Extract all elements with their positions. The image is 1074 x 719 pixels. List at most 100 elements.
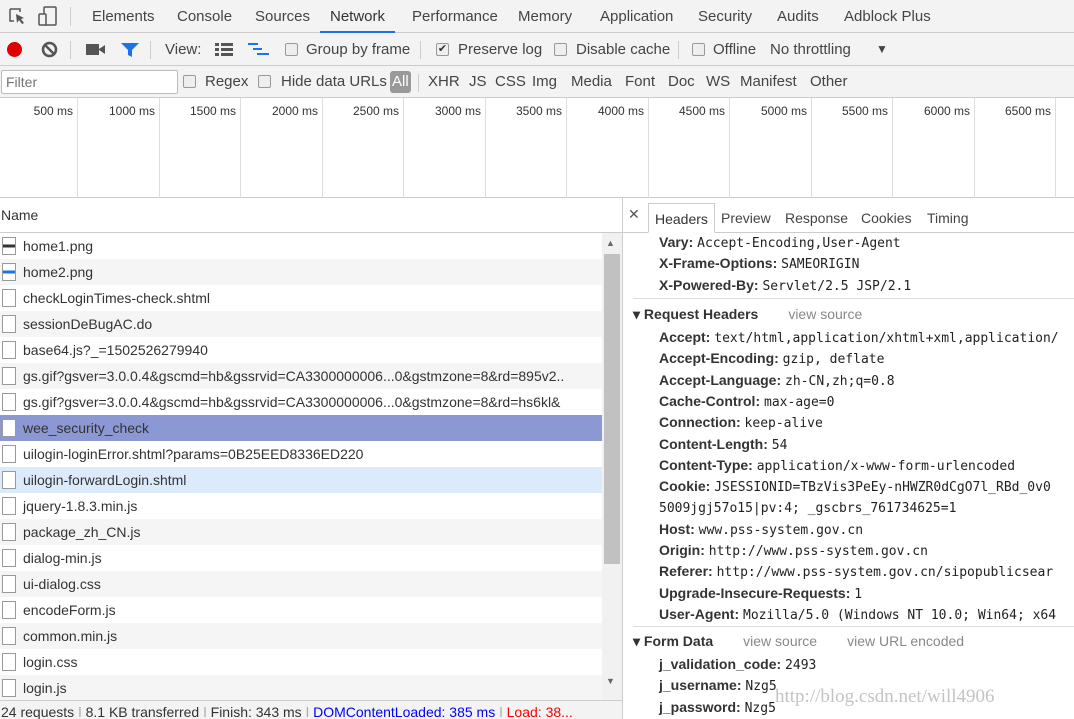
regex-checkbox[interactable] (183, 75, 196, 88)
request-row[interactable]: encodeForm.js (0, 597, 602, 623)
filter-type-js[interactable]: JS (469, 66, 487, 98)
divider (70, 41, 71, 59)
filter-type-doc[interactable]: Doc (668, 66, 695, 98)
large-rows-icon[interactable] (215, 43, 233, 56)
tab-audits[interactable]: Audits (767, 0, 829, 33)
request-row[interactable]: checkLoginTimes-check.shtml (0, 285, 602, 311)
hide-data-urls-checkbox[interactable] (258, 75, 271, 88)
header-name: X-Powered-By: (659, 276, 759, 293)
request-headers-section[interactable]: ▾ Request Headers view source (633, 304, 862, 325)
header-name: Accept-Language: (659, 371, 782, 388)
filter-type-other[interactable]: Other (810, 66, 848, 98)
details-tab-headers[interactable]: Headers (648, 203, 715, 233)
view-source-link[interactable]: view source (788, 306, 862, 322)
preserve-log-label: Preserve log (458, 41, 543, 58)
request-name: gs.gif?gsver=3.0.0.4&gscmd=hb&gssrvid=CA… (23, 394, 561, 410)
tab-adblock-plus[interactable]: Adblock Plus (834, 0, 941, 33)
filter-type-img[interactable]: Img (532, 66, 557, 98)
timeline-gridline (811, 98, 812, 198)
network-toolbar: View: Group by frame ✔ Preserve log Disa… (0, 33, 1074, 66)
tab-performance[interactable]: Performance (402, 0, 508, 33)
capture-screenshots-icon[interactable] (86, 43, 106, 56)
header-row: X-Powered-By: Servlet/2.5 JSP/2.1 (659, 275, 911, 297)
request-row[interactable]: sessionDeBugAC.do (0, 311, 602, 337)
inspect-element-icon[interactable] (8, 7, 26, 25)
tab-console[interactable]: Console (167, 0, 242, 33)
timeline-tick-label: 5000 ms (760, 104, 807, 118)
filter-type-media[interactable]: Media (571, 66, 612, 98)
group-by-frame-checkbox[interactable] (285, 43, 298, 56)
request-row[interactable]: package_zh_CN.js (0, 519, 602, 545)
request-row[interactable]: gs.gif?gsver=3.0.0.4&gscmd=hb&gssrvid=CA… (0, 389, 602, 415)
request-row[interactable]: common.min.js (0, 623, 602, 649)
header-value: max-age=0 (764, 394, 835, 410)
timeline-overview[interactable]: 500 ms 1000 ms 1500 ms 2000 ms 2500 ms 3000 m… (0, 98, 1074, 198)
filter-type-all[interactable]: All (390, 71, 411, 93)
offline-checkbox[interactable] (692, 43, 705, 56)
disable-cache-checkbox[interactable] (554, 43, 567, 56)
header-row: Content-Length: 54 (659, 434, 787, 456)
header-value: keep-alive (744, 416, 823, 432)
header-row: Cache-Control: max-age=0 (659, 391, 834, 413)
document-file-icon (2, 471, 16, 489)
tab-sources[interactable]: Sources (245, 0, 320, 33)
request-row[interactable]: dialog-min.js (0, 545, 602, 571)
record-icon[interactable] (7, 42, 22, 57)
filter-type-css[interactable]: CSS (495, 66, 526, 98)
view-url-encoded-link[interactable]: view URL encoded (847, 633, 964, 649)
filter-type-manifest[interactable]: Manifest (740, 66, 797, 98)
tab-elements[interactable]: Elements (82, 0, 165, 33)
request-details-panel: ✕ Headers Preview Response Cookies Timing Va… (622, 198, 1074, 719)
request-row[interactable]: home2.png (0, 259, 602, 285)
request-name: dialog-min.js (23, 550, 102, 566)
filter-input[interactable] (1, 70, 178, 94)
request-row[interactable]: wee_security_check (0, 415, 602, 441)
details-tab-cookies[interactable]: Cookies (855, 203, 918, 233)
scroll-down-icon[interactable]: ▼ (606, 676, 615, 686)
close-icon[interactable]: ✕ (628, 206, 640, 223)
request-row[interactable]: base64.js?_=1502526279940 (0, 337, 602, 363)
waterfall-overview-icon[interactable] (248, 43, 270, 57)
details-tab-response[interactable]: Response (779, 203, 854, 233)
request-name: base64.js?_=1502526279940 (23, 342, 208, 358)
filter-type-xhr[interactable]: XHR (428, 66, 460, 98)
scroll-up-icon[interactable]: ▲ (606, 238, 615, 248)
divider (420, 41, 421, 59)
header-row: Accept-Encoding: gzip, deflate (659, 348, 884, 370)
timeline-gridline (566, 98, 567, 198)
header-name: Host: (659, 520, 695, 537)
header-value: application/x-www-form-urlencoded (756, 458, 1016, 474)
divider (418, 74, 419, 92)
scrollbar-thumb[interactable] (604, 254, 620, 564)
timeline-gridline (648, 98, 649, 198)
request-row[interactable]: home1.png (0, 233, 602, 259)
view-source-link[interactable]: view source (743, 633, 817, 649)
filter-icon[interactable] (120, 42, 140, 58)
device-toolbar-icon[interactable] (38, 6, 58, 26)
request-row[interactable]: ui-dialog.css (0, 571, 602, 597)
request-row[interactable]: jquery-1.8.3.min.js (0, 493, 602, 519)
clear-icon[interactable] (41, 41, 58, 58)
timeline-tick-label: 2500 ms (352, 104, 399, 118)
details-tab-timing[interactable]: Timing (921, 203, 975, 233)
throttling-select[interactable]: No throttling (770, 33, 851, 66)
request-row[interactable]: uilogin-forwardLogin.shtml (0, 467, 602, 493)
tab-memory[interactable]: Memory (508, 0, 582, 33)
filter-type-font[interactable]: Font (625, 66, 655, 98)
request-name: uilogin-loginError.shtml?params=0B25EED8… (23, 446, 364, 462)
request-row[interactable]: login.js (0, 675, 602, 701)
request-row[interactable]: gs.gif?gsver=3.0.0.4&gscmd=hb&gssrvid=CA… (0, 363, 602, 389)
tab-security[interactable]: Security (688, 0, 762, 33)
dropdown-arrow-icon[interactable]: ▼ (876, 33, 888, 66)
tab-application[interactable]: Application (590, 0, 683, 33)
name-column-header[interactable]: Name (0, 198, 622, 233)
tab-network[interactable]: Network (320, 0, 396, 33)
preserve-log-checkbox[interactable]: ✔ (436, 43, 449, 56)
request-row[interactable]: uilogin-loginError.shtml?params=0B25EED8… (0, 441, 602, 467)
form-data-section[interactable]: ▾ Form Data view source view URL encoded (633, 631, 964, 652)
request-row[interactable]: login.css (0, 649, 602, 675)
details-tab-preview[interactable]: Preview (715, 203, 777, 233)
image-file-icon (2, 263, 16, 281)
header-name: j_password: (659, 698, 741, 715)
filter-type-ws[interactable]: WS (706, 66, 730, 98)
